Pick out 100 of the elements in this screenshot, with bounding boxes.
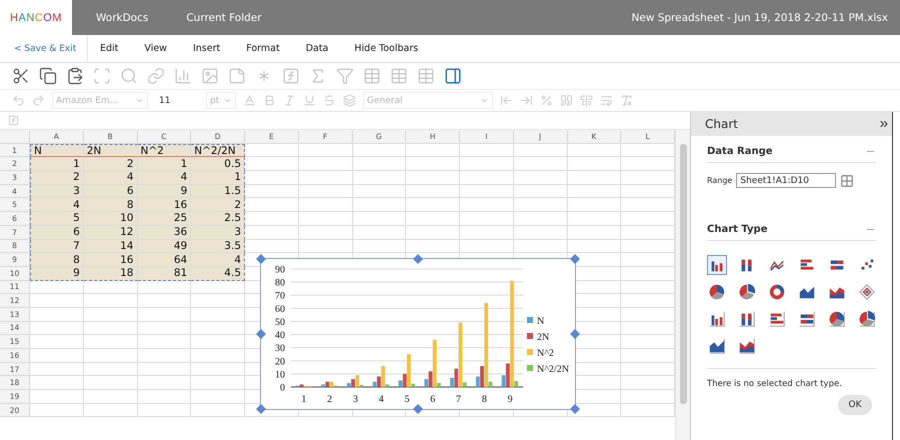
range-field[interactable]: Sheet1!A1:D10 (736, 173, 836, 188)
chart-type-icon (738, 337, 756, 355)
menu-item[interactable]: Edit (88, 43, 130, 54)
table-cell (84, 376, 138, 390)
table-cell: 81 (138, 266, 192, 281)
table-cell (298, 171, 352, 185)
nav-link[interactable]: Current Folder (172, 12, 276, 24)
table-cell (245, 198, 299, 212)
table-cell: 0.5 (191, 157, 245, 172)
collapse-icon[interactable] (878, 118, 890, 130)
table-cell (514, 157, 568, 172)
axis-label: 8 (482, 394, 487, 405)
table-cell (84, 308, 138, 322)
logo[interactable]: HANCOM (0, 0, 72, 35)
range-select-icon[interactable] (840, 174, 854, 188)
table-cell (298, 212, 352, 226)
table-cell: N (30, 144, 84, 158)
ok-button[interactable]: OK (838, 395, 872, 415)
table-cell (352, 226, 406, 240)
table-cell (84, 390, 138, 404)
table-cell: 1 (30, 157, 84, 172)
menu-item[interactable]: View (132, 43, 179, 54)
table-cell: 25 (138, 212, 192, 226)
chart-type-button[interactable] (767, 282, 787, 302)
table-cell (138, 280, 192, 294)
table-cell: 18 (84, 266, 138, 281)
chart-type-button[interactable] (707, 255, 727, 275)
table-cell (568, 212, 622, 226)
table-cell: 14 (84, 240, 138, 254)
axis-label: 5 (404, 394, 410, 405)
chart-type-button[interactable] (707, 309, 727, 329)
chart-type-button[interactable] (857, 282, 877, 302)
axis-label: 9 (508, 394, 513, 405)
chart-type-button[interactable] (707, 336, 727, 356)
table-cell (84, 294, 138, 308)
chart-type-button[interactable] (797, 309, 817, 329)
chart-type-icon (828, 310, 846, 328)
menu-item[interactable]: Hide Toolbars (342, 43, 430, 54)
table-cell (245, 184, 299, 198)
caret-icon (480, 96, 489, 105)
chart-type-icon (708, 337, 726, 355)
range-label: Range (707, 176, 732, 185)
table-cell (406, 157, 460, 172)
table-cell (406, 184, 460, 198)
axis-label: 7 (456, 394, 462, 405)
table-cell (352, 157, 406, 172)
table-cell: 8 (30, 253, 84, 267)
chart-type-icon (708, 283, 726, 301)
chart-type-button[interactable] (737, 309, 757, 329)
table-cell (138, 349, 192, 363)
table-cell: 6 (30, 226, 84, 240)
chart-type-icon (708, 310, 726, 328)
table-cell: 2.5 (191, 212, 245, 226)
table-cell (514, 171, 568, 185)
menu-item[interactable]: Format (234, 43, 292, 54)
table-cell (138, 376, 192, 390)
table-cell (298, 184, 352, 198)
chart-type-button[interactable] (737, 336, 757, 356)
chart-type-icon (738, 310, 756, 328)
nav-link[interactable]: WorkDocs (82, 12, 162, 24)
table-cell: 4 (84, 171, 138, 185)
table-cell: 4.5 (191, 266, 245, 281)
section-heading: Data Range (707, 146, 773, 157)
paste-icon[interactable] (66, 67, 84, 85)
menu-item[interactable]: Insert (180, 43, 232, 54)
chart-type-icon (798, 310, 816, 328)
table-cell (460, 184, 514, 198)
chart-type-button[interactable] (737, 282, 757, 302)
table-cell (191, 404, 245, 418)
copy-icon[interactable] (39, 67, 57, 85)
chart-type-button[interactable] (857, 309, 877, 329)
table-cell: 8 (84, 198, 138, 212)
table-cell (406, 144, 460, 158)
caret-icon (223, 96, 232, 105)
table-cell (191, 362, 245, 376)
table-cell (84, 322, 138, 336)
table-cell: 12 (84, 226, 138, 240)
sidebar-icon[interactable] (444, 67, 462, 85)
table-cell: 1 (191, 171, 245, 185)
chart-type-button[interactable] (767, 309, 787, 329)
axis-label: 0 (280, 382, 285, 394)
table-cell (568, 226, 622, 240)
table-cell (245, 226, 299, 240)
chart-type-button[interactable] (707, 282, 727, 302)
table-cell: 7 (30, 240, 84, 254)
table-cell (568, 144, 622, 158)
table-cell (138, 390, 192, 404)
table-cell (245, 212, 299, 226)
scrollbar-thumb[interactable] (680, 144, 686, 404)
table-cell (298, 226, 352, 240)
cut-icon[interactable] (12, 67, 30, 85)
panel-title: Chart (705, 117, 738, 131)
table-cell (406, 171, 460, 185)
corner-cell[interactable] (0, 130, 30, 144)
table-cell: 49 (138, 240, 192, 254)
save-exit-link[interactable]: < Save & Exit (0, 34, 88, 62)
axis-label: 80 (275, 278, 285, 289)
chart-type-button[interactable] (827, 309, 847, 329)
table-cell (514, 226, 568, 240)
menu-item[interactable]: Data (294, 43, 340, 54)
